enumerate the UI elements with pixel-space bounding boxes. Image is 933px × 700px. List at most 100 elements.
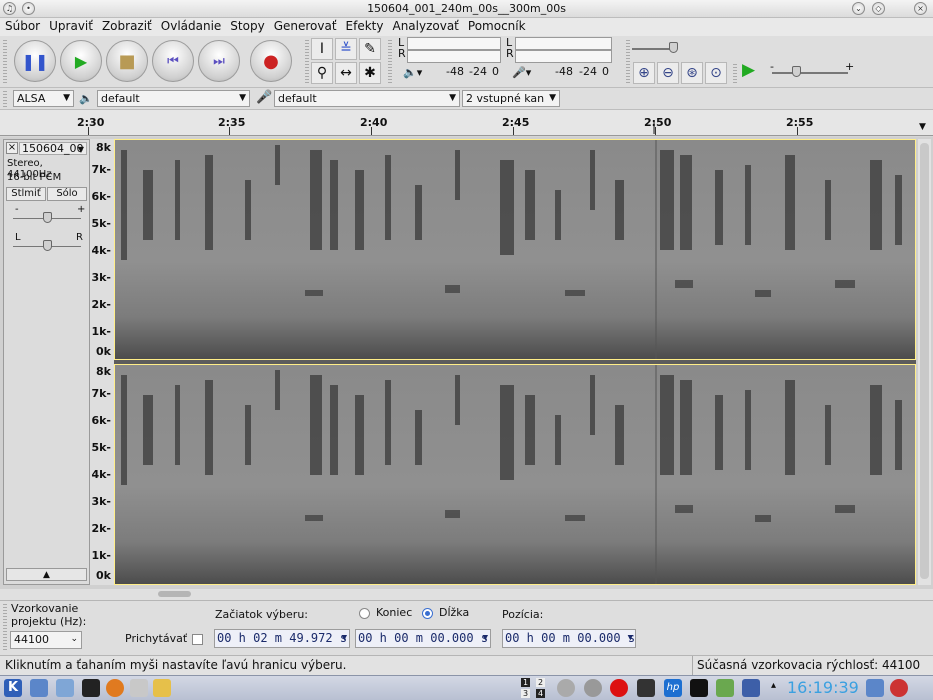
- firefox-icon[interactable]: [106, 679, 124, 697]
- menu-effects[interactable]: Efekty: [341, 18, 388, 33]
- audio-position-field[interactable]: 00 h 00 m 00.000 s ▼: [502, 629, 636, 648]
- spectrogram-right-channel[interactable]: [114, 364, 916, 585]
- multi-tool-button[interactable]: ✱: [359, 62, 381, 84]
- shade-icon[interactable]: ⌄: [852, 2, 865, 15]
- playhead-marker-icon[interactable]: |: [652, 120, 656, 134]
- speed-track[interactable]: [772, 72, 848, 74]
- timeline-ruler[interactable]: 2:30 2:35 2:40 2:45 2:50 2:55 | ▼: [0, 110, 933, 136]
- desktop-1[interactable]: 1: [521, 678, 531, 687]
- network-icon[interactable]: [716, 679, 734, 697]
- position-label: Pozícia:: [502, 608, 544, 621]
- desktop-pager[interactable]: 1 2 3 4: [519, 678, 549, 699]
- clock[interactable]: 16:19:39: [787, 678, 859, 697]
- horizontal-scrollbar[interactable]: [0, 589, 933, 600]
- power-icon[interactable]: [890, 679, 908, 697]
- zoom-in-button[interactable]: ⊕: [633, 62, 655, 84]
- project-rate-select[interactable]: 44100 ⌄: [10, 631, 82, 649]
- menu-view[interactable]: Zobraziť: [97, 18, 156, 33]
- system-monitor-icon[interactable]: [584, 679, 602, 697]
- menu-edit[interactable]: Upraviť: [44, 18, 97, 33]
- solo-button[interactable]: Sólo: [47, 187, 87, 201]
- desktop-3[interactable]: 3: [521, 689, 531, 698]
- channels-select[interactable]: 2 vstupné kan ▼: [462, 90, 560, 107]
- menu-file[interactable]: Súbor: [0, 18, 44, 33]
- input-device-select[interactable]: default ▼: [274, 90, 460, 107]
- spectrogram-left-channel[interactable]: [114, 139, 916, 360]
- device-grip[interactable]: [3, 91, 7, 107]
- hp-icon[interactable]: hp: [664, 679, 682, 697]
- play-meter-left[interactable]: [407, 37, 501, 50]
- console-icon[interactable]: [637, 679, 655, 697]
- speaker-icon[interactable]: 🔈▾: [403, 66, 422, 79]
- time-label: 2:30: [77, 116, 105, 129]
- selection-length-field[interactable]: 00 h 00 m 00.000 s ▼: [355, 629, 491, 648]
- play-button[interactable]: ▶: [60, 40, 102, 82]
- selection-tool-button[interactable]: I: [311, 38, 333, 60]
- lock-screen-icon[interactable]: [866, 679, 884, 697]
- chevron-down-icon: ⌄: [70, 634, 78, 644]
- notes-icon[interactable]: [130, 679, 148, 697]
- skip-start-button[interactable]: ⏮: [152, 40, 194, 82]
- microphone-icon[interactable]: 🎤▾: [512, 66, 531, 79]
- draw-tool-button[interactable]: ✎: [359, 38, 381, 60]
- menu-help[interactable]: Pomocník: [463, 18, 530, 33]
- fit-selection-button[interactable]: ⊛: [681, 62, 703, 84]
- rec-meter-left[interactable]: [515, 37, 612, 50]
- menu-tracks[interactable]: Stopy: [225, 18, 268, 33]
- zoom-tool-button[interactable]: ⚲: [311, 62, 333, 84]
- selection-grip[interactable]: [3, 604, 7, 652]
- terminal-icon[interactable]: [82, 679, 100, 697]
- file-manager-icon[interactable]: [30, 679, 48, 697]
- vertical-scroll-thumb[interactable]: [920, 143, 929, 579]
- menu-transport[interactable]: Ovládanie: [156, 18, 226, 33]
- length-radio[interactable]: [422, 608, 433, 619]
- menu-generate[interactable]: Generovať: [269, 18, 341, 33]
- speed-knob[interactable]: [792, 66, 801, 77]
- mixer-grip[interactable]: [626, 40, 630, 84]
- selection-start-field[interactable]: 00 h 02 m 49.972 s ▼: [214, 629, 350, 648]
- zoom-out-button[interactable]: ⊖: [657, 62, 679, 84]
- kde-menu-icon[interactable]: K: [4, 679, 22, 697]
- end-radio[interactable]: [359, 608, 370, 619]
- toolbar-grip[interactable]: [3, 40, 7, 84]
- tray-arrow-icon[interactable]: ▴: [771, 680, 776, 691]
- host-select[interactable]: ALSA ▼: [13, 90, 74, 107]
- track-name-menu[interactable]: 150604_00 ▼: [19, 142, 87, 155]
- output-device-select[interactable]: default ▼: [97, 90, 250, 107]
- vertical-scrollbar[interactable]: [918, 139, 931, 585]
- timeshift-tool-button[interactable]: ↔: [335, 62, 357, 84]
- pause-button[interactable]: ❚❚: [14, 40, 56, 82]
- tools-grip[interactable]: [305, 40, 309, 84]
- audacity-task-icon[interactable]: [153, 679, 171, 697]
- playback-volume-knob[interactable]: [669, 42, 678, 53]
- mute-button[interactable]: Stlmiť: [6, 187, 46, 201]
- rec-meter-right[interactable]: [515, 50, 612, 63]
- fit-project-button[interactable]: ⊙: [705, 62, 727, 84]
- transcription-grip[interactable]: [733, 64, 737, 84]
- home-folder-icon[interactable]: [56, 679, 74, 697]
- menu-analyze[interactable]: Analyzovať: [387, 18, 462, 33]
- settings-gear-icon[interactable]: [557, 679, 575, 697]
- collapse-track-button[interactable]: ▲: [6, 568, 87, 581]
- play-meter-right[interactable]: [407, 50, 501, 63]
- maximize-icon[interactable]: ◇: [872, 2, 885, 15]
- gain-slider-knob[interactable]: [43, 212, 52, 223]
- horizontal-scroll-thumb[interactable]: [158, 591, 191, 597]
- skip-end-button[interactable]: ⏭: [198, 40, 240, 82]
- opera-icon[interactable]: [610, 679, 628, 697]
- envelope-tool-button[interactable]: ≚: [335, 38, 357, 60]
- record-button[interactable]: ●: [250, 40, 292, 82]
- scroll-right-icon[interactable]: ▼: [919, 122, 926, 132]
- close-icon[interactable]: ×: [914, 2, 927, 15]
- snap-checkbox[interactable]: [192, 634, 203, 645]
- meter-grip[interactable]: [388, 40, 392, 84]
- menu-bar: Súbor Upraviť Zobraziť Ovládanie Stopy Genero…: [0, 18, 933, 36]
- desktop-4[interactable]: 4: [536, 689, 546, 698]
- stop-button[interactable]: ■: [106, 40, 148, 82]
- close-track-icon[interactable]: ×: [6, 142, 18, 154]
- desktop-2[interactable]: 2: [536, 678, 546, 687]
- display-icon[interactable]: [742, 679, 760, 697]
- volume-icon[interactable]: [690, 679, 708, 697]
- pan-slider-knob[interactable]: [43, 240, 52, 251]
- play-at-speed-icon[interactable]: ▶: [742, 60, 755, 80]
